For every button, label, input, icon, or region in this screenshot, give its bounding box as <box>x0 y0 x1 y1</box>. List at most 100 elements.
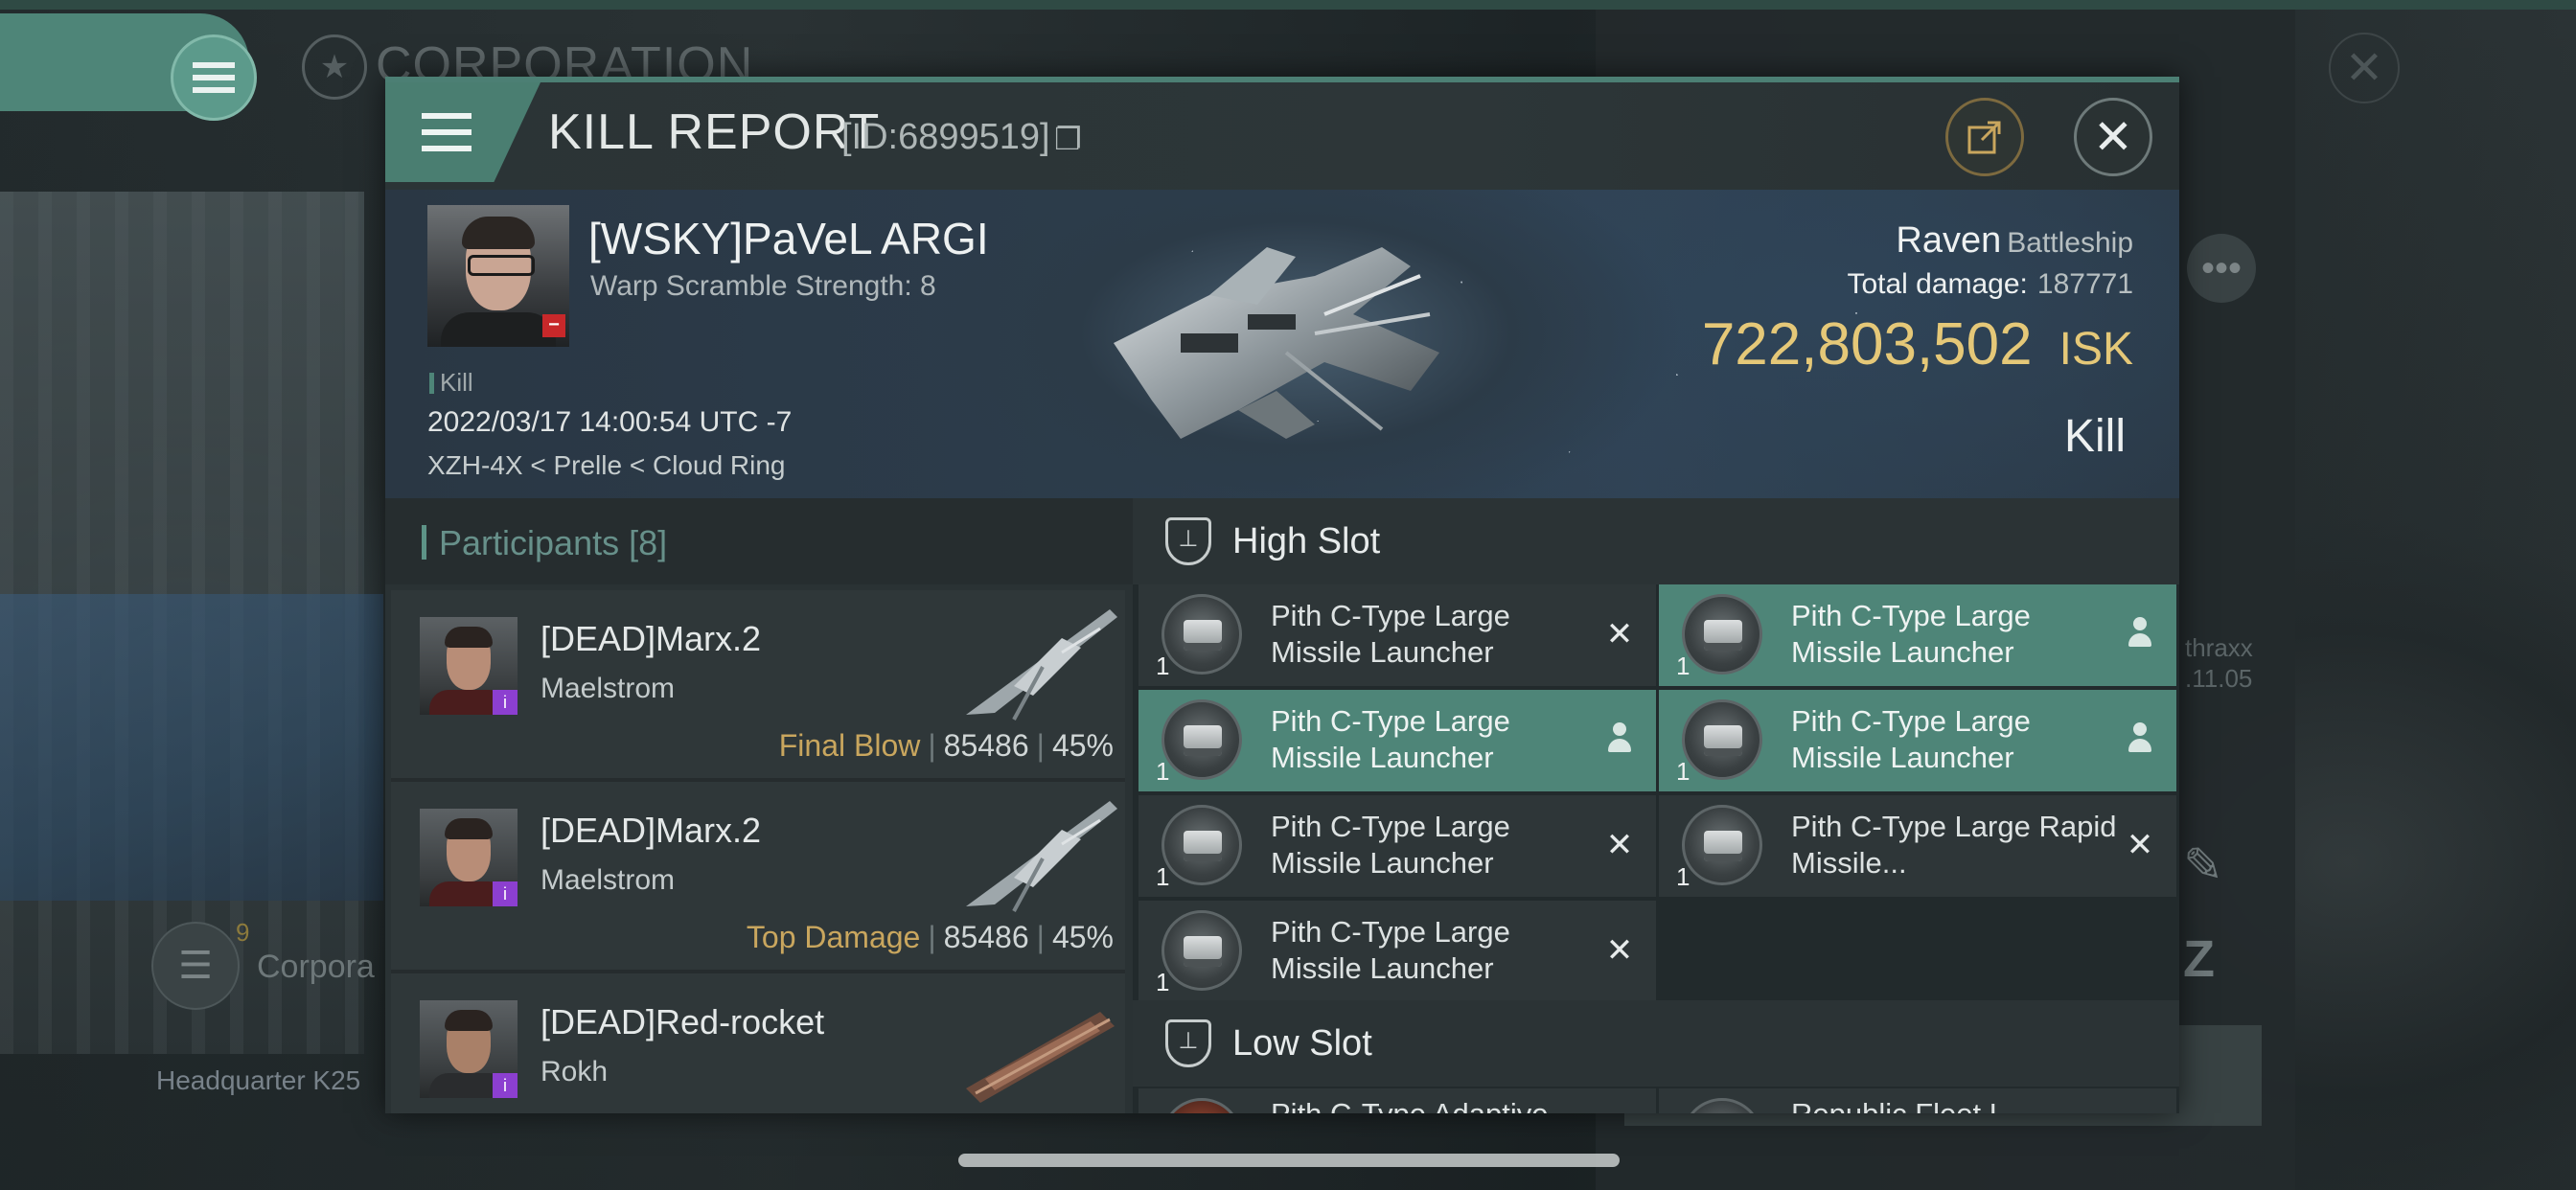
participants-title: Participants [8] <box>439 523 668 562</box>
close-button[interactable]: ✕ <box>2074 98 2152 176</box>
ship-render-image <box>1114 247 1439 439</box>
participant-ship-image <box>966 609 1117 721</box>
hamburger-icon <box>422 113 472 151</box>
participant-ship-image <box>966 801 1117 912</box>
missile-launcher-icon <box>1682 699 1762 780</box>
module-item[interactable]: 1 Pith C-Type Large Rapid Missile... ✕ <box>1659 795 2176 897</box>
pilot-badge-icon: i <box>493 690 518 715</box>
dialog-title: KILL REPORT <box>548 104 881 160</box>
low-slot-header: ⊥ Low Slot <box>1133 1000 2179 1087</box>
ship-name[interactable]: Raven Battleship <box>1896 220 2133 262</box>
high-slot-header: ⊥ High Slot <box>1133 498 2179 584</box>
module-name: Pith C-Type Large Missile Launcher <box>1791 704 2031 774</box>
missile-launcher-icon <box>1162 805 1242 885</box>
module-quantity: 1 <box>1676 757 1690 786</box>
fitting-panel: ⊥ High Slot 1 Pith C-Type Large Missile … <box>1133 498 2179 1113</box>
destroyed-icon: ✕ <box>2126 827 2154 863</box>
module-item[interactable]: 1 Pith C-Type Large Missile Launcher ✕ <box>1138 795 1656 897</box>
module-quantity: 1 <box>1156 652 1170 680</box>
module-item[interactable]: Pith C-Type Adaptive <box>1138 1088 1656 1113</box>
participant-ship-image <box>966 1012 1115 1103</box>
dropped-pilot-icon <box>1600 721 1639 759</box>
dropped-pilot-icon <box>2121 721 2159 759</box>
kill-location[interactable]: XZH-4X < Prelle < Cloud Ring <box>427 450 786 481</box>
pilot-badge-icon: i <box>493 1073 518 1098</box>
hamburger-icon <box>193 62 235 93</box>
corporation-badge: 9 <box>236 918 250 947</box>
module-item[interactable]: 1 Pith C-Type Large Missile Launcher <box>1659 584 2176 686</box>
standing-badge-icon: − <box>542 314 565 337</box>
corporation-star-icon: ★ <box>302 34 367 100</box>
adaptive-module-icon <box>1162 1098 1242 1113</box>
destroyed-icon: ✕ <box>1605 827 1634 863</box>
pilot-badge-icon: i <box>493 881 518 906</box>
module-name: Republic Fleet L <box>1791 1096 2117 1113</box>
total-damage: Total damage: 187771 <box>1847 268 2133 300</box>
close-icon: ✕ <box>2093 110 2133 164</box>
headquarter-label: Headquarter K25 <box>156 1065 361 1095</box>
module-item[interactable]: 1 Pith C-Type Large Missile Launcher ✕ <box>1138 584 1656 686</box>
high-slot-icon: ⊥ <box>1165 517 1211 565</box>
module-icon <box>1682 1098 1762 1113</box>
kill-report-dialog: KILL REPORT [ID:6899519] ❐ ✕ − [WSKY]PaV… <box>385 77 2179 1113</box>
low-slot-title: Low Slot <box>1232 1023 1372 1064</box>
module-name: Pith C-Type Large Missile Launcher <box>1271 704 1510 774</box>
high-slot-title: High Slot <box>1232 521 1381 561</box>
module-name: Pith C-Type Adaptive <box>1271 1096 1597 1113</box>
sleep-settings-icon[interactable]: Z <box>2183 929 2215 989</box>
module-quantity: 1 <box>1156 968 1170 996</box>
participants-panel: Participants [8] i [DEAD]Marx.2 Maelstro… <box>385 498 1133 1113</box>
module-name: Pith C-Type Large Missile Launcher <box>1271 599 1510 669</box>
victim-name[interactable]: [WSKY]PaVeL ARGI <box>588 213 989 264</box>
kill-tag: Kill <box>429 368 473 398</box>
home-indicator[interactable] <box>958 1154 1620 1167</box>
participant-ship: Maelstrom <box>540 673 676 704</box>
participant-name: [DEAD]Marx.2 <box>540 811 762 850</box>
window-close-icon[interactable]: ✕ <box>2329 33 2400 103</box>
module-name: Pith C-Type Large Missile Launcher <box>1271 810 1510 880</box>
missile-launcher-icon <box>1682 594 1762 675</box>
warp-scramble-strength: Warp Scramble Strength: 8 <box>590 270 936 302</box>
module-item[interactable]: Republic Fleet L <box>1659 1088 2176 1113</box>
main-menu-pill[interactable] <box>0 13 257 121</box>
result-label: Kill <box>2063 411 2126 462</box>
kill-id: [ID:6899519] <box>841 117 1050 157</box>
destroyed-icon: ✕ <box>1605 932 1634 969</box>
missile-launcher-icon <box>1162 910 1242 991</box>
participant-ship: Rokh <box>540 1056 609 1087</box>
participant-row[interactable]: i [DEAD]Red-rocket Rokh <box>391 973 1125 1113</box>
module-name: Pith C-Type Large Missile Launcher <box>1791 599 2031 669</box>
participant-row[interactable]: i [DEAD]Marx.2 Maelstrom Final Blow | 8548… <box>391 590 1125 782</box>
participant-name: [DEAD]Red-rocket <box>540 1002 825 1041</box>
station-panel <box>0 594 383 901</box>
module-item[interactable]: 1 Pith C-Type Large Missile Launcher <box>1659 690 2176 791</box>
participant-stats: Final Blow | 85486 | 45% <box>778 728 1114 763</box>
missile-launcher-icon <box>1162 594 1242 675</box>
share-icon <box>1967 121 2001 154</box>
main-menu-button[interactable] <box>171 34 257 121</box>
module-item[interactable]: 1 Pith C-Type Large Missile Launcher ✕ <box>1138 901 1656 1002</box>
share-button[interactable] <box>1945 98 2024 176</box>
module-quantity: 1 <box>1156 757 1170 786</box>
copy-icon[interactable]: ❐ <box>1054 121 1082 157</box>
victim-panel: − [WSKY]PaVeL ARGI Warp Scramble Strengt… <box>385 190 2179 498</box>
module-name: Pith C-Type Large Rapid Missile... <box>1791 810 2117 880</box>
module-quantity: 1 <box>1156 862 1170 891</box>
edit-icon[interactable]: ✎ <box>2183 837 2223 893</box>
corporation-label: Corpora <box>257 949 375 985</box>
participants-header: Participants [8] <box>385 498 1133 584</box>
participant-row[interactable]: i [DEAD]Marx.2 Maelstrom Top Damage | 8548… <box>391 782 1125 973</box>
rapid-missile-launcher-icon <box>1682 805 1762 885</box>
module-name: Pith C-Type Large Missile Launcher <box>1271 915 1510 985</box>
low-slot-icon: ⊥ <box>1165 1019 1211 1067</box>
participant-ship: Maelstrom <box>540 864 676 896</box>
top-strip <box>0 0 2576 10</box>
kill-datetime: 2022/03/17 14:00:54 UTC -7 <box>427 406 793 438</box>
destroyed-icon: ✕ <box>1605 616 1634 652</box>
corporation-menu-button[interactable]: ☰ <box>151 922 240 1010</box>
background-side-text: thraxx .11.05 <box>2185 633 2253 693</box>
more-options-icon[interactable]: ••• <box>2187 234 2256 303</box>
module-item[interactable]: 1 Pith C-Type Large Missile Launcher <box>1138 690 1656 791</box>
participant-stats: Top Damage | 85486 | 45% <box>746 920 1114 954</box>
module-quantity: 1 <box>1676 862 1690 891</box>
